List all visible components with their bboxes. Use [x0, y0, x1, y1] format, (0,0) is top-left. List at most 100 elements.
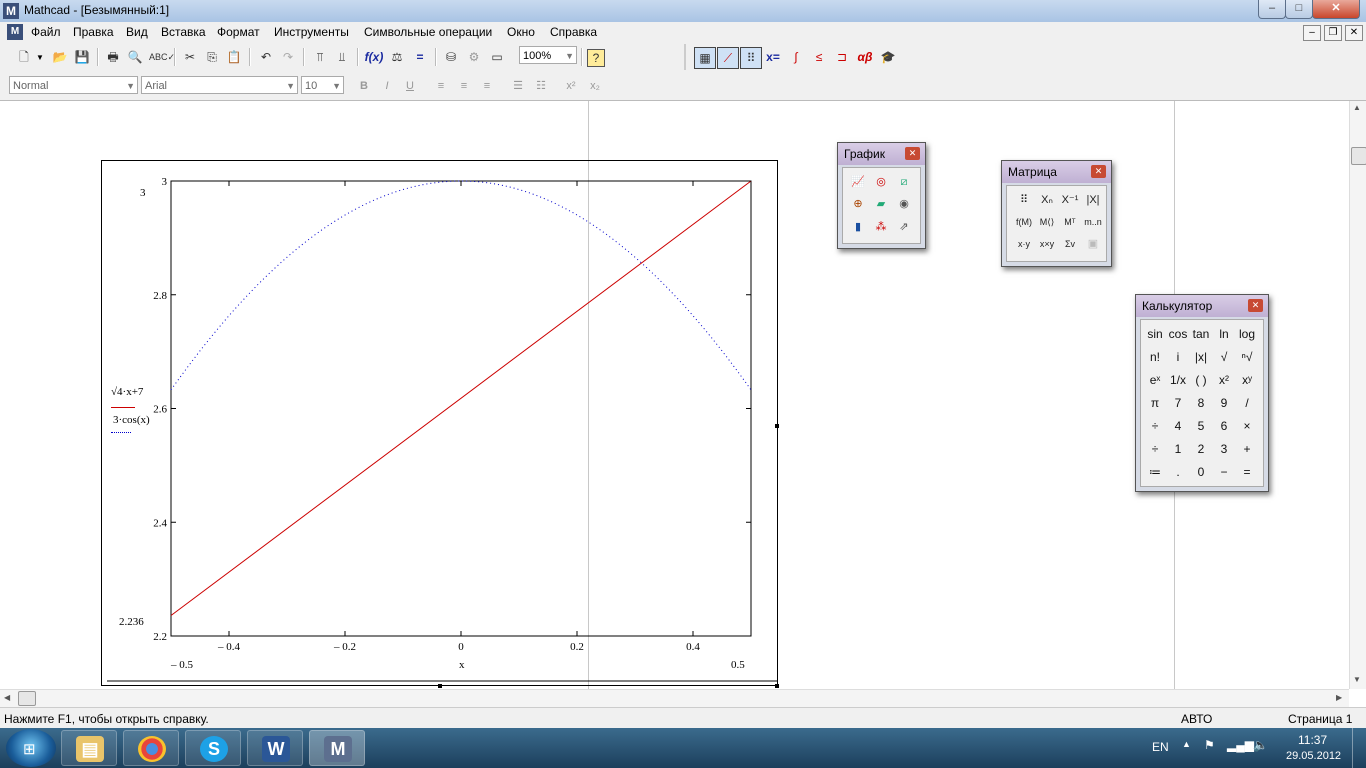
y-tick-label: 3 [162, 176, 168, 188]
status-calc-mode: АВТО [1181, 712, 1213, 726]
vectorize-icon[interactable]: f(M) [1013, 212, 1035, 233]
surface-plot-icon[interactable]: ⧄ [893, 172, 915, 193]
calc-key[interactable]: i [1167, 346, 1189, 368]
vertical-scrollbar[interactable]: ▲ ▼ [1349, 101, 1366, 689]
calc-key[interactable]: / [1236, 392, 1258, 414]
3d-surface-icon[interactable]: ▰ [870, 194, 892, 215]
graph-palette-close-button[interactable]: ✕ [905, 147, 920, 160]
start-button[interactable]: ⊞ [6, 729, 56, 767]
polar-plot-icon[interactable]: ◎ [870, 172, 892, 193]
calculator-palette: Калькулятор ✕ sin cos tan ln log n! i |x| √ ⁿ√ eˣ 1… [1135, 294, 1269, 492]
calc-key[interactable]: eˣ [1144, 369, 1166, 391]
plot-axes-box [170, 180, 752, 637]
language-indicator[interactable]: EN [1152, 740, 1169, 754]
3d-bar-icon[interactable]: ▮ [847, 217, 869, 238]
subscript-index-icon[interactable]: Xₙ [1036, 190, 1058, 211]
taskbar-skype[interactable]: S [185, 730, 241, 766]
vector-sum-icon[interactable]: Σv [1059, 234, 1081, 255]
cross-product-icon[interactable]: x×y [1036, 234, 1058, 255]
calc-key[interactable]: × [1236, 415, 1258, 437]
chrome-icon [138, 736, 166, 762]
calc-key[interactable]: ÷ [1144, 415, 1166, 437]
contour-plot-icon[interactable]: ◉ [893, 194, 915, 215]
calc-key[interactable]: 5 [1190, 415, 1212, 437]
folder-icon: ▤ [76, 736, 104, 762]
scatter-plot-icon[interactable]: ⁂ [870, 217, 892, 238]
x-axis-label[interactable]: x [459, 659, 465, 671]
trace2-legend-line [111, 432, 131, 433]
clock-date[interactable]: 29.05.2012 [1286, 750, 1341, 762]
y-max-marker[interactable]: 3 [140, 187, 146, 199]
volume-icon[interactable]: 🔈 [1253, 738, 1268, 752]
taskbar-explorer[interactable]: ▤ [61, 730, 117, 766]
taskbar-word[interactable]: W [247, 730, 303, 766]
calc-key[interactable]: ln [1213, 323, 1235, 345]
calc-key[interactable]: x² [1213, 369, 1235, 391]
calc-key[interactable]: 2 [1190, 438, 1212, 460]
dot-product-icon[interactable]: x·y [1013, 234, 1035, 255]
calculator-palette-body: sin cos tan ln log n! i |x| √ ⁿ√ eˣ 1/x( ) x² xʸ π 7 8 9/… [1140, 319, 1264, 487]
trace2-expression[interactable]: 3·cos(x) [113, 414, 150, 426]
insert-matrix-icon[interactable]: ⠿ [1013, 190, 1035, 211]
calc-key[interactable]: cos [1167, 323, 1189, 345]
calc-key[interactable]: + [1236, 438, 1258, 460]
calc-key[interactable]: |x| [1190, 346, 1212, 368]
calc-key[interactable]: 7 [1167, 392, 1189, 414]
calc-key[interactable]: n! [1144, 346, 1166, 368]
calc-key[interactable]: 1/x [1167, 369, 1189, 391]
calc-key[interactable]: − [1213, 461, 1235, 483]
scroll-down-icon[interactable]: ▼ [1353, 675, 1361, 684]
calc-key[interactable]: = [1236, 461, 1258, 483]
transpose-icon[interactable]: Mᵀ [1059, 212, 1081, 233]
calc-key[interactable]: √ [1213, 346, 1235, 368]
calc-key[interactable]: π [1144, 392, 1166, 414]
inverse-icon[interactable]: X⁻¹ [1059, 190, 1081, 211]
action-center-icon[interactable]: ⚑ [1204, 738, 1215, 752]
horizontal-scrollbar[interactable]: ◀ ▶ [0, 689, 1349, 707]
y-tick-label: 2.2 [153, 631, 167, 643]
y-min-marker[interactable]: 2.236 [119, 616, 144, 628]
calc-key[interactable]: tan [1190, 323, 1212, 345]
calculator-palette-close-button[interactable]: ✕ [1248, 299, 1263, 312]
calc-key[interactable]: 1 [1167, 438, 1189, 460]
clock-time[interactable]: 11:37 [1298, 733, 1327, 747]
calc-key[interactable]: log [1236, 323, 1258, 345]
x-max-marker[interactable]: 0.5 [731, 659, 745, 671]
scroll-up-icon[interactable]: ▲ [1353, 103, 1361, 112]
mathcad-icon: M [324, 736, 352, 762]
calc-key[interactable]: 4 [1167, 415, 1189, 437]
xy-plot-icon[interactable]: 📈 [847, 172, 869, 193]
taskbar-chrome[interactable] [123, 730, 179, 766]
horizontal-scroll-thumb[interactable] [18, 691, 36, 706]
show-desktop-button[interactable] [1352, 728, 1366, 768]
scroll-left-icon[interactable]: ◀ [4, 693, 10, 702]
vector-field-icon[interactable]: ⇗ [893, 217, 915, 238]
polar-graph-icon[interactable]: ⊕ [847, 194, 869, 215]
skype-icon: S [200, 736, 228, 762]
x-min-marker[interactable]: – 0.5 [171, 659, 193, 671]
range-variable-icon[interactable]: m..n [1082, 212, 1104, 233]
calc-key[interactable]: ≔ [1144, 461, 1166, 483]
determinant-icon[interactable]: |X| [1082, 190, 1104, 211]
calc-key[interactable]: ÷ [1144, 438, 1166, 460]
calc-key[interactable]: 8 [1190, 392, 1212, 414]
calc-key[interactable]: sin [1144, 323, 1166, 345]
trace1-expression[interactable]: √4·x+7 [111, 386, 143, 398]
column-icon[interactable]: M⟨⟩ [1036, 212, 1058, 233]
calc-key[interactable]: 6 [1213, 415, 1235, 437]
taskbar-mathcad[interactable]: M [309, 730, 365, 766]
network-icon[interactable]: ▂▄▆ [1227, 738, 1254, 752]
vertical-scroll-thumb[interactable] [1351, 147, 1366, 165]
matrix-palette-close-button[interactable]: ✕ [1091, 165, 1106, 178]
calc-key[interactable]: 9 [1213, 392, 1235, 414]
calc-key[interactable]: 0 [1190, 461, 1212, 483]
show-hidden-icons-icon[interactable]: ▲ [1182, 739, 1191, 749]
calc-key[interactable]: ⁿ√ [1236, 346, 1258, 368]
graph-palette-body: 📈 ◎ ⧄ ⊕ ▰ ◉ ▮ ⁂ ⇗ [842, 167, 921, 244]
calc-key[interactable]: xʸ [1236, 369, 1258, 391]
calc-key[interactable]: 3 [1213, 438, 1235, 460]
scroll-right-icon[interactable]: ▶ [1336, 693, 1342, 702]
calc-key[interactable]: ( ) [1190, 369, 1212, 391]
calc-key[interactable]: . [1167, 461, 1189, 483]
picture-icon[interactable]: ▣ [1082, 234, 1104, 255]
